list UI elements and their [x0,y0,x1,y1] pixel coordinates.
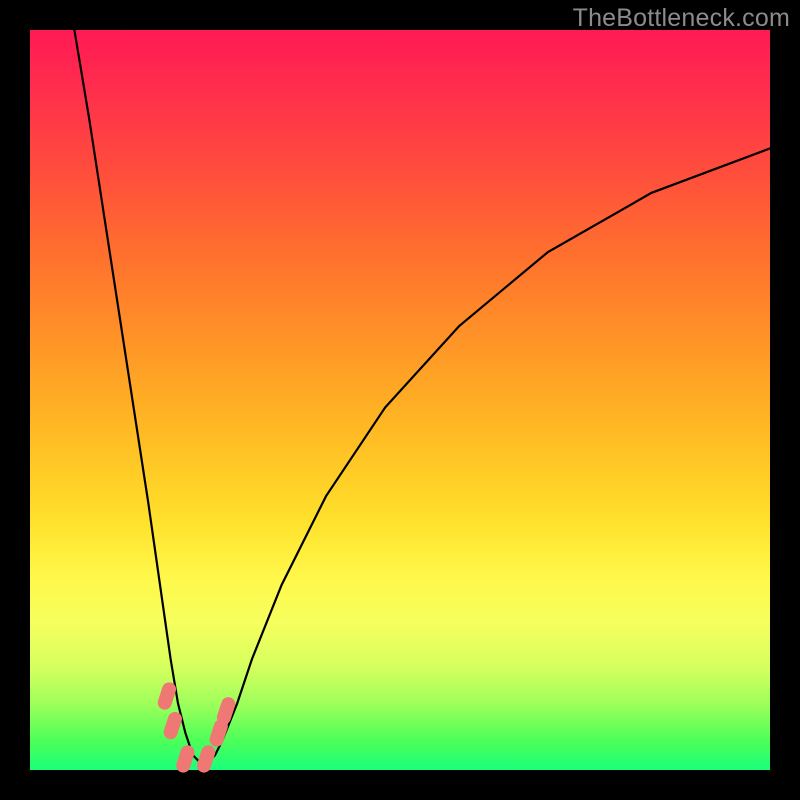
watermark-text: TheBottleneck.com [573,4,790,33]
curve-marker [156,681,178,712]
bottleneck-curve [74,30,770,763]
chart-frame: TheBottleneck.com [0,0,800,800]
plot-area [30,30,770,770]
curve-marker [174,743,196,774]
curve-marker [162,710,184,741]
curve-marker [195,743,217,774]
curve-svg [30,30,770,770]
